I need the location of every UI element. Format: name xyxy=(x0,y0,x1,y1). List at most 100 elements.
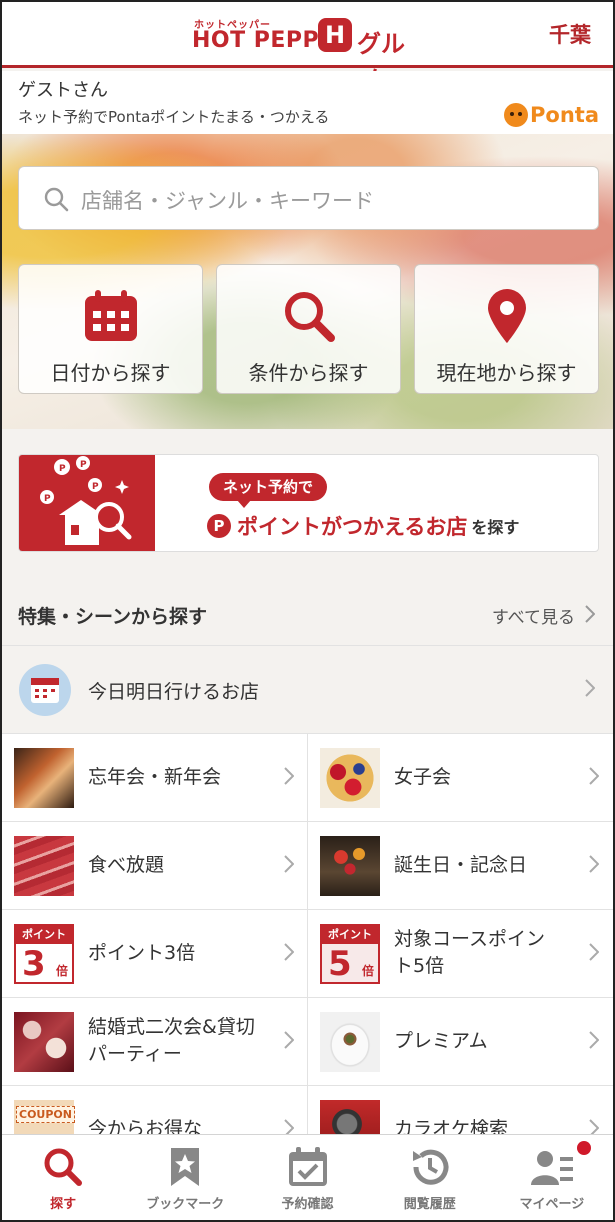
region-selector[interactable]: 千葉 xyxy=(549,19,591,49)
fruit-tart-photo xyxy=(320,748,380,808)
list-item-wedding-party[interactable]: 結婚式二次会&貸切パーティー xyxy=(2,997,308,1085)
tab-label: ブックマーク xyxy=(146,1197,225,1212)
app-header: ホットペッパー HOT PEPPER H グルメ 千葉 xyxy=(2,2,613,93)
svg-text:P: P xyxy=(59,464,66,474)
point-3x-badge: ポイント 3 倍 xyxy=(14,924,74,984)
list-item-premium[interactable]: プレミアム xyxy=(307,997,613,1085)
chevron-right-icon xyxy=(585,605,595,623)
point-5x-badge: ポイント 5 倍 xyxy=(320,924,380,984)
section-title: 特集・シーンから探す xyxy=(18,606,208,628)
date-search-label: 日付から探す xyxy=(50,361,171,385)
banner-main-text: ポイントがつかえるお店 xyxy=(237,515,468,539)
list-item-course-point-5x[interactable]: ポイント 5 倍 対象コースポイント5倍 xyxy=(307,909,613,997)
banner-pill: ネット予約で xyxy=(209,473,328,508)
coupon-text: COUPON xyxy=(16,1106,75,1123)
chevron-right-icon xyxy=(589,855,599,873)
list-item-bonenkai[interactable]: 忘年会・新年会 xyxy=(2,733,308,821)
list-item-label: 食べ放題 xyxy=(88,854,165,876)
search-icon xyxy=(44,1148,83,1186)
chevron-right-icon xyxy=(585,679,595,697)
chevron-right-icon xyxy=(284,943,294,961)
bookmark-icon xyxy=(171,1148,200,1186)
bottom-tab-bar: 探す ブックマーク 予約確認 閲覧履歴 マイページ xyxy=(2,1134,613,1220)
banner-shop-illustration: P P P P xyxy=(19,455,155,551)
app-screen: ホットペッパー HOT PEPPER H グルメ 千葉 ゲストさん ネット予約で… xyxy=(0,0,615,1222)
svg-text:P: P xyxy=(80,460,87,470)
logo-h-mark: H xyxy=(318,18,352,52)
badge-number: 3 xyxy=(22,944,46,984)
condition-search-button[interactable]: 条件から探す xyxy=(216,264,401,394)
chevron-right-icon xyxy=(589,943,599,961)
point-mark-icon: P xyxy=(207,514,231,538)
list-item-label: プレミアム xyxy=(394,1030,488,1052)
list-item-label: 女子会 xyxy=(394,766,452,788)
banner-suffix-text: を探す xyxy=(471,518,520,537)
tab-label: 探す xyxy=(50,1197,77,1212)
chevron-right-icon xyxy=(589,767,599,785)
svg-text:P: P xyxy=(44,494,51,504)
list-item-joshikai[interactable]: 女子会 xyxy=(307,733,613,821)
location-search-label: 現在地から探す xyxy=(436,361,577,385)
list-item-label: 結婚式二次会&貸切パーティー xyxy=(88,1016,255,1065)
list-item-label: 誕生日・記念日 xyxy=(394,854,528,876)
hotpepper-logo[interactable]: ホットペッパー HOT PEPPER H グルメ xyxy=(192,16,427,93)
calendar-icon xyxy=(84,290,137,341)
tab-label: 予約確認 xyxy=(281,1197,334,1212)
location-search-button[interactable]: 現在地から探す xyxy=(414,264,599,394)
tab-mypage[interactable]: マイページ xyxy=(491,1135,613,1220)
list-item-today-tomorrow[interactable]: 今日明日行けるお店 xyxy=(2,645,613,733)
condition-search-label: 条件から探す xyxy=(248,361,369,385)
see-all-link[interactable]: すべて見る xyxy=(492,603,575,628)
svg-text:P: P xyxy=(92,482,99,492)
badge-number: 5 xyxy=(328,944,352,984)
guest-subtitle: ネット予約でPontaポイントたまる・つかえる xyxy=(18,108,330,126)
history-icon xyxy=(412,1149,449,1185)
ponta-logo-text: Ponta xyxy=(530,103,599,127)
tab-reservation[interactable]: 予約確認 xyxy=(246,1135,368,1220)
hero-search-area: 店舗名・ジャンル・キーワード 日付から探す 条件から探す 現在地から探す xyxy=(2,134,613,429)
search-icon xyxy=(44,187,69,212)
flowers-photo xyxy=(320,836,380,896)
tab-label: 閲覧履歴 xyxy=(403,1197,456,1212)
badge-top-text: ポイント xyxy=(322,926,378,944)
chevron-right-icon xyxy=(589,1031,599,1049)
guest-name: ゲストさん xyxy=(18,80,108,101)
list-item-tabehodai[interactable]: 食べ放題 xyxy=(2,821,308,909)
ponta-logo: Ponta xyxy=(504,103,599,127)
chevron-right-icon xyxy=(284,767,294,785)
badge-unit: 倍 xyxy=(55,964,68,978)
list-item-label: 対象コースポイント5倍 xyxy=(394,928,546,977)
chevron-right-icon xyxy=(284,855,294,873)
list-item-label: 今日明日行けるお店 xyxy=(88,681,260,703)
notification-dot xyxy=(577,1141,592,1155)
ponta-face-icon xyxy=(504,103,529,127)
guest-bar[interactable]: ゲストさん ネット予約でPontaポイントたまる・つかえる Ponta xyxy=(2,71,613,134)
meat-photo xyxy=(14,836,74,896)
reservation-calendar-icon xyxy=(288,1147,327,1186)
feature-section-header: 特集・シーンから探す すべて見る xyxy=(2,580,613,646)
tab-bookmark[interactable]: ブックマーク xyxy=(124,1135,246,1220)
user-icon xyxy=(530,1151,573,1185)
banner-headline: P ポイントがつかえるお店 を探す xyxy=(207,511,519,541)
list-item-point-3x[interactable]: ポイント 3 倍 ポイント3倍 xyxy=(2,909,308,997)
list-item-label: ポイント3倍 xyxy=(88,942,196,964)
badge-unit: 倍 xyxy=(361,964,374,978)
tab-search[interactable]: 探す xyxy=(2,1135,124,1220)
magnifier-icon xyxy=(284,292,335,342)
badge-top-text: ポイント xyxy=(16,926,72,944)
chevron-right-icon xyxy=(284,1031,294,1049)
wedding-photo xyxy=(14,1012,74,1072)
list-item-label: 忘年会・新年会 xyxy=(88,766,222,788)
tab-history[interactable]: 閲覧履歴 xyxy=(369,1135,491,1220)
tab-label: マイページ xyxy=(519,1197,585,1212)
shop-points-icon: P P P P xyxy=(40,456,132,545)
location-pin-icon xyxy=(487,289,526,343)
search-input[interactable]: 店舗名・ジャンル・キーワード xyxy=(18,166,599,230)
date-search-button[interactable]: 日付から探す xyxy=(18,264,203,394)
party-food-photo xyxy=(14,748,74,808)
search-placeholder: 店舗名・ジャンル・キーワード xyxy=(81,189,374,213)
ponta-point-banner[interactable]: P P P P ネット予約で P ポイントがつかえるお店 を探す xyxy=(18,454,599,552)
list-item-birthday[interactable]: 誕生日・記念日 xyxy=(307,821,613,909)
calendar-icon xyxy=(19,664,71,716)
premium-dish-photo xyxy=(320,1012,380,1072)
